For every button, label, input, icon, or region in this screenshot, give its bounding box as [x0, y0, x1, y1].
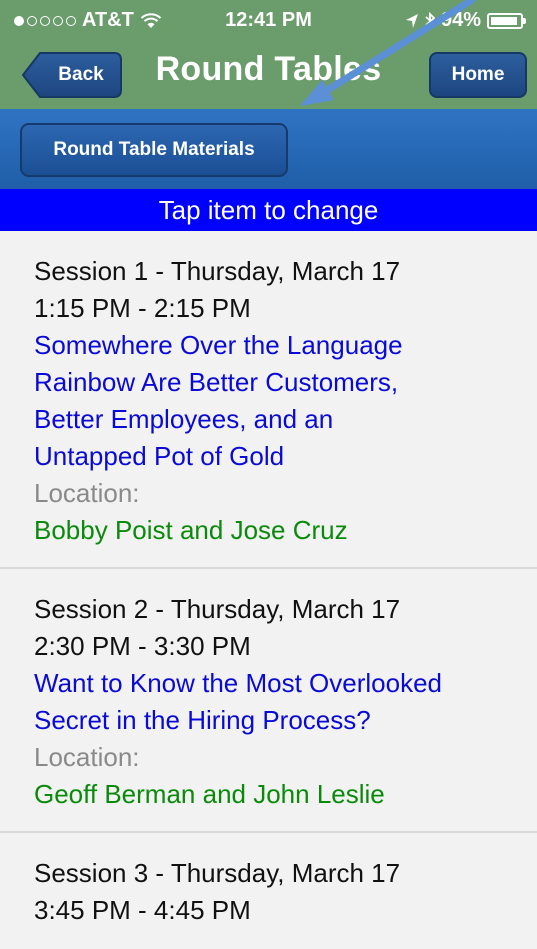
presenters: Geoff Berman and John Leslie — [34, 779, 385, 809]
session-item-1[interactable]: Session 1 - Thursday, March 17 1:15 PM -… — [0, 231, 537, 569]
toolbar: Round Table Materials — [0, 109, 537, 189]
session-heading: Session 1 - Thursday, March 17 — [34, 256, 401, 286]
round-table-materials-button[interactable]: Round Table Materials — [20, 123, 288, 177]
instruction-banner: Tap item to change — [0, 189, 537, 231]
presenters: Bobby Poist and Jose Cruz — [34, 515, 348, 545]
session-title-line[interactable]: Want to Know the Most Overlooked — [34, 665, 503, 702]
session-list: Session 1 - Thursday, March 17 1:15 PM -… — [0, 231, 537, 947]
battery-fill — [491, 16, 517, 25]
location-arrow-icon — [405, 13, 418, 28]
session-title-line[interactable]: Better Employees, and an — [34, 401, 503, 438]
session-title-line[interactable]: Secret in the Hiring Process? — [34, 702, 503, 739]
session-heading: Session 3 - Thursday, March 17 — [34, 858, 401, 888]
session-title-line[interactable]: Rainbow Are Better Customers, — [34, 364, 503, 401]
session-title-line[interactable]: Untapped Pot of Gold — [34, 438, 503, 475]
status-bar: AT&T 12:41 PM 94% — [0, 0, 537, 40]
session-item-3[interactable]: Session 3 - Thursday, March 17 3:45 PM -… — [0, 833, 537, 947]
battery-icon — [487, 12, 526, 29]
status-right: 94% — [405, 9, 526, 32]
home-button[interactable]: Home — [429, 52, 527, 98]
session-time: 1:15 PM - 2:15 PM — [34, 293, 251, 323]
session-time: 2:30 PM - 3:30 PM — [34, 631, 251, 661]
session-item-2[interactable]: Session 2 - Thursday, March 17 2:30 PM -… — [0, 569, 537, 833]
nav-bar: Back Round Tables Home — [0, 40, 537, 109]
bluetooth-icon — [425, 11, 435, 30]
session-title-line[interactable]: Somewhere Over the Language — [34, 327, 503, 364]
location-label: Location: — [34, 478, 140, 508]
battery-percent: 94% — [440, 9, 481, 31]
session-time: 3:45 PM - 4:45 PM — [34, 895, 251, 925]
location-label: Location: — [34, 742, 140, 772]
session-heading: Session 2 - Thursday, March 17 — [34, 594, 401, 624]
